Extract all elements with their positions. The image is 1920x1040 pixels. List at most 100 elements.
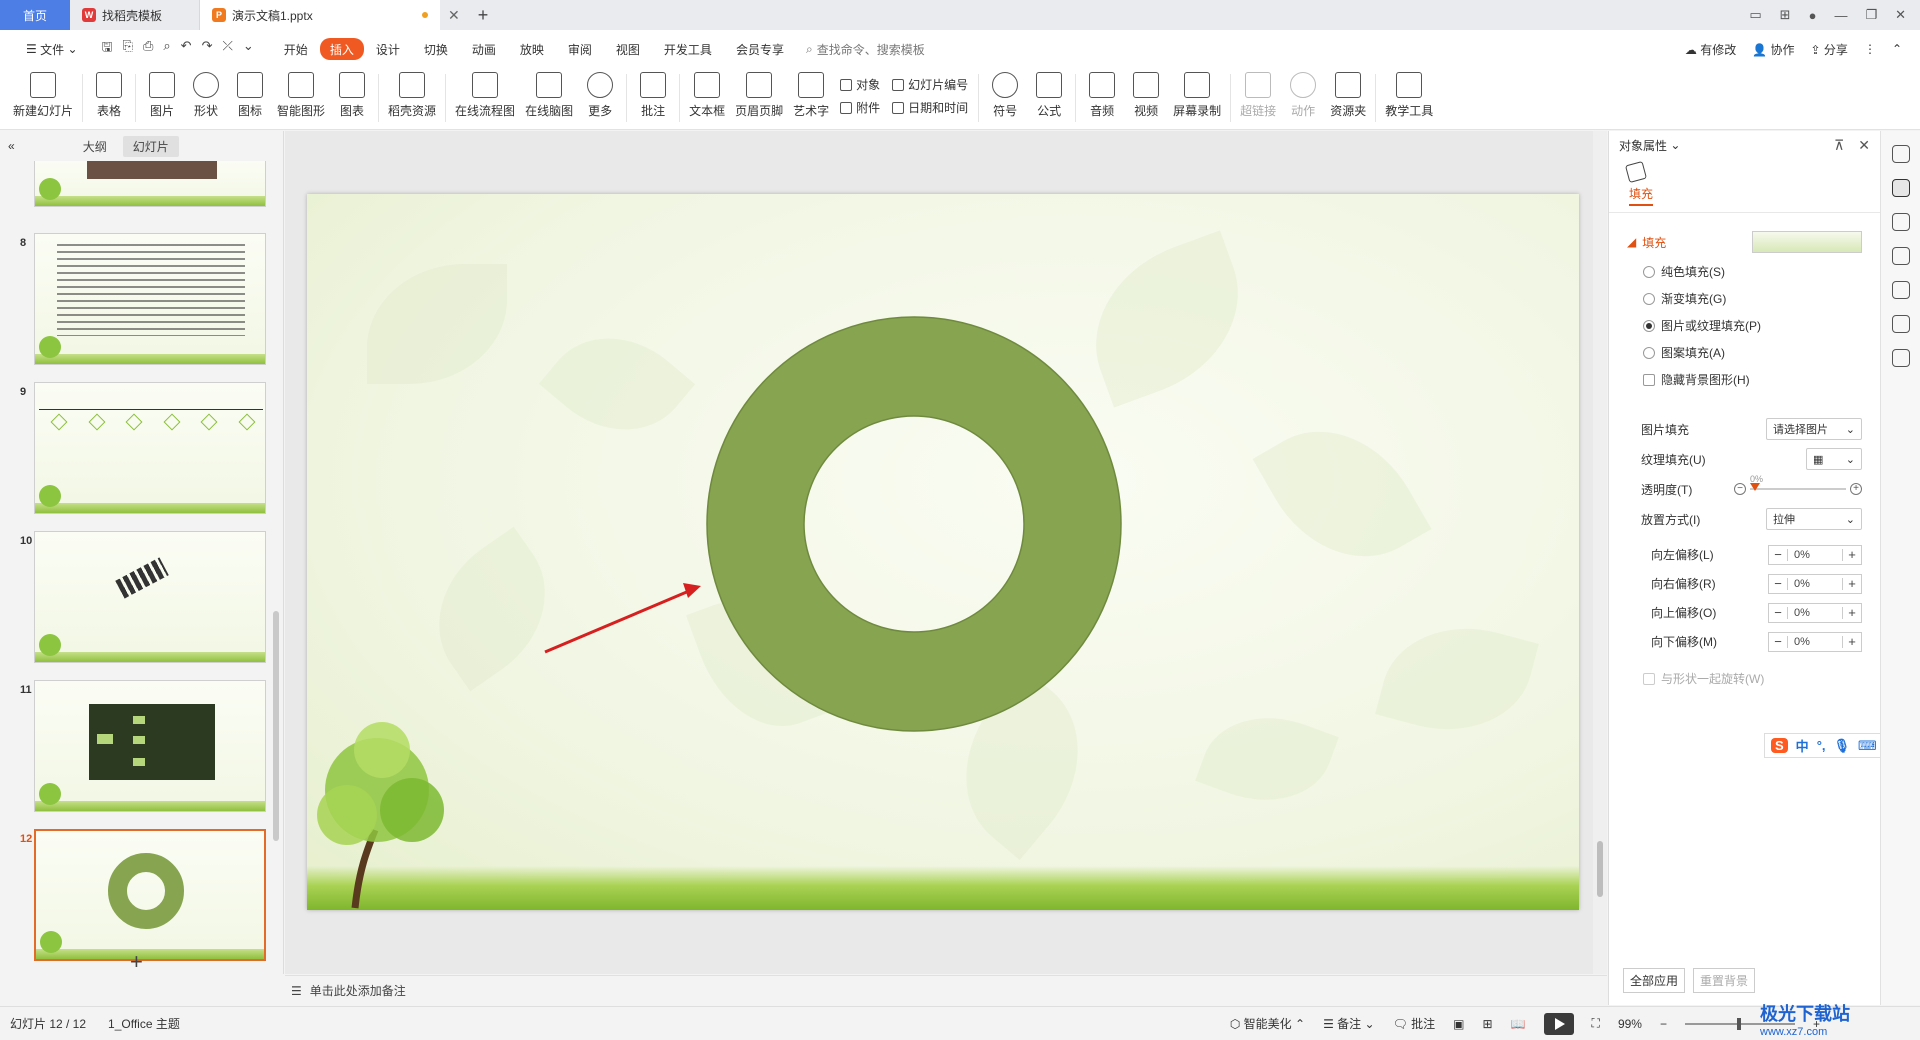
collapse-ribbon-icon[interactable]: ⌃ (1892, 42, 1902, 56)
close-tab-icon[interactable]: ✕ (440, 0, 468, 30)
symbol-button[interactable]: 符号 (983, 68, 1027, 128)
slide-thumbnail-7[interactable] (0, 161, 270, 207)
minus-icon[interactable]: − (1769, 605, 1787, 620)
new-tab-icon[interactable]: + (468, 0, 499, 30)
tab-document[interactable]: P 演示文稿1.pptx (200, 0, 440, 30)
picture-fill-select[interactable]: 请选择图片 ⌄ (1766, 418, 1862, 440)
slide-thumbnail-8[interactable]: 8 (0, 233, 270, 367)
animation-star-icon[interactable] (1891, 213, 1910, 231)
ime-chinese-icon[interactable]: 中 (1796, 736, 1809, 755)
radio-picture-fill[interactable]: 图片或纹理填充(P) (1643, 317, 1880, 334)
minimize-icon[interactable]: — (1834, 8, 1847, 23)
close-window-icon[interactable]: ✕ (1895, 7, 1906, 23)
object-button[interactable]: 对象 (840, 76, 880, 93)
play-slideshow-button[interactable] (1543, 1012, 1574, 1035)
minus-icon[interactable]: − (1769, 576, 1787, 591)
preview-icon[interactable]: ⌕ (163, 38, 170, 60)
collab-button[interactable]: 👤 协作 (1752, 41, 1794, 58)
audio-button[interactable]: 音频 (1080, 68, 1124, 128)
screen-record-button[interactable]: 屏幕录制 (1168, 68, 1226, 128)
offset-bottom-stepper[interactable]: −0% + (1768, 631, 1862, 652)
mindmap-button[interactable]: 在线脑图 (520, 68, 578, 128)
normal-view-icon[interactable]: ▣ (1453, 1017, 1464, 1031)
menu-developer[interactable]: 开发工具 (652, 38, 724, 60)
icon-button[interactable]: 图标 (228, 68, 272, 128)
menu-transition[interactable]: 切换 (412, 38, 460, 60)
apply-all-button[interactable]: 全部应用 (1623, 968, 1686, 993)
share-button[interactable]: ⇪ 分享 (1811, 41, 1848, 58)
properties-icon[interactable] (1891, 179, 1910, 197)
modified-button[interactable]: ☁ 有修改 (1685, 41, 1736, 58)
slider-knob[interactable] (1750, 483, 1760, 491)
resource-folder-button[interactable]: 资源夹 (1325, 68, 1371, 128)
tab-template[interactable]: W 找稻壳模板 (70, 0, 200, 30)
pin-icon[interactable]: ⊼ (1834, 137, 1844, 154)
plus-icon[interactable]: + (1843, 576, 1861, 591)
radio-pattern-fill[interactable]: 图案填充(A) (1643, 344, 1880, 361)
menu-start[interactable]: 开始 (272, 38, 320, 60)
notes-bar[interactable]: ☰ 单击此处添加备注 (285, 975, 1607, 1005)
file-menu[interactable]: ☰ 文件 ⌄ (14, 38, 90, 60)
plus-icon[interactable]: + (1843, 605, 1861, 620)
menu-member[interactable]: 会员专享 (724, 38, 796, 60)
export-icon[interactable]: ⎘ (123, 38, 133, 60)
rotate-with-shape-checkbox[interactable]: 与形状一起旋转(W) (1643, 670, 1880, 687)
hyperlink-button[interactable]: 超链接 (1235, 68, 1281, 128)
offset-left-value[interactable]: 0% (1787, 548, 1843, 561)
menu-insert[interactable]: 插入 (319, 38, 364, 60)
donut-shape[interactable] (706, 316, 1122, 732)
textbox-button[interactable]: 文本框 (684, 68, 730, 128)
avatar[interactable]: ● (1809, 8, 1817, 23)
dropdown-icon[interactable]: ⌄ (243, 38, 254, 60)
attachment-button[interactable]: 附件 (840, 99, 880, 116)
plus-icon[interactable]: + (1843, 634, 1861, 649)
menu-review[interactable]: 审阅 (556, 38, 604, 60)
transition-icon[interactable] (1891, 247, 1910, 265)
transparency-slider[interactable]: 0% (1750, 474, 1846, 491)
placement-select[interactable]: 拉伸 ⌄ (1766, 508, 1862, 530)
redo-icon[interactable]: ↷ (202, 38, 213, 60)
decrease-icon[interactable]: − (1734, 483, 1746, 495)
slide-thumbnail-9[interactable]: 9 (0, 382, 270, 516)
slide-thumbnail-10[interactable]: 10 (0, 531, 270, 665)
add-slide-icon[interactable]: + (130, 949, 143, 975)
radio-gradient-fill[interactable]: 渐变填充(G) (1643, 290, 1880, 307)
panel-scrollbar[interactable] (273, 611, 279, 841)
action-button[interactable]: 动作 (1281, 68, 1325, 128)
slide-thumbnail-12[interactable]: 12 (0, 829, 270, 963)
rocket-icon[interactable] (1891, 145, 1910, 163)
hide-background-checkbox[interactable]: 隐藏背景图形(H) (1643, 371, 1880, 388)
reset-background-button[interactable]: 重置背景 (1693, 968, 1756, 993)
slide-12[interactable] (307, 194, 1579, 910)
tab-slides[interactable]: 幻灯片 (122, 135, 179, 157)
zoom-level[interactable]: 99% (1618, 1017, 1642, 1031)
offset-left-stepper[interactable]: −0% + (1768, 544, 1862, 565)
beautify-button[interactable]: ⬡ 智能美化 ⌃ (1230, 1015, 1305, 1032)
offset-right-value[interactable]: 0% (1787, 577, 1843, 590)
fit-window-icon[interactable]: ⛶ (1592, 1016, 1600, 1031)
header-footer-button[interactable]: 页眉页脚 (730, 68, 788, 128)
more-menu-icon[interactable]: ⋮ (1864, 42, 1876, 56)
picture-button[interactable]: 图片 (140, 68, 184, 128)
ime-punct-icon[interactable]: °, (1817, 738, 1826, 753)
notes-toggle-button[interactable]: ☰ 备注 ⌄ (1323, 1015, 1375, 1032)
formula-button[interactable]: 公式 (1027, 68, 1071, 128)
comments-toggle-button[interactable]: 🗨 批注 (1393, 1015, 1436, 1032)
reading-view-icon[interactable]: 📖 (1511, 1017, 1526, 1031)
fill-bucket-icon[interactable] (1624, 160, 1648, 184)
slide-number-button[interactable]: 幻灯片编号 (892, 76, 968, 93)
zoom-out-icon[interactable]: − (1660, 1017, 1667, 1031)
datetime-button[interactable]: 日期和时间 (892, 99, 968, 116)
offset-right-stepper[interactable]: −0% + (1768, 573, 1862, 594)
menu-design[interactable]: 设计 (364, 38, 412, 60)
chart-button[interactable]: 图表 (330, 68, 374, 128)
microphone-icon[interactable]: 🎙 (1834, 738, 1851, 754)
command-search[interactable]: ⌕ 查找命令、搜索模板 (806, 41, 925, 58)
plus-icon[interactable]: + (1843, 547, 1861, 562)
fill-preview-dropdown[interactable] (1752, 231, 1862, 253)
sorter-view-icon[interactable]: ⊞ (1483, 1017, 1493, 1031)
shape-button[interactable]: 形状 (184, 68, 228, 128)
format-painter-icon[interactable]: ⤫ (222, 38, 232, 60)
offset-bottom-value[interactable]: 0% (1787, 635, 1843, 648)
flowchart-button[interactable]: 在线流程图 (450, 68, 520, 128)
